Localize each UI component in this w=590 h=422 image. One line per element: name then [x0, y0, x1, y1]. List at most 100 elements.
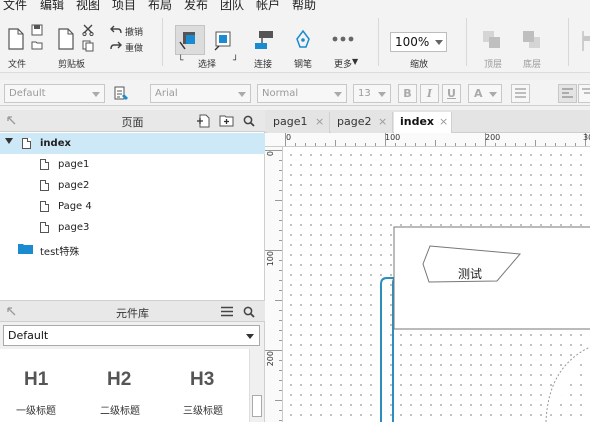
- connect-icon[interactable]: [253, 29, 275, 51]
- folder-icon: [18, 244, 33, 254]
- pages-tree: index page1 page2 Page 4 page3 test特殊: [0, 132, 265, 300]
- pen-icon[interactable]: [294, 30, 312, 50]
- italic-button[interactable]: I: [420, 84, 439, 103]
- redo-icon[interactable]: [110, 41, 122, 51]
- library-scrollbar[interactable]: [249, 349, 264, 422]
- undo-icon[interactable]: [110, 25, 122, 35]
- canvas-shapes: [380, 226, 590, 422]
- more-button[interactable]: 更多: [334, 57, 352, 70]
- tree-item-label: index: [40, 138, 71, 149]
- widget-h3-preview[interactable]: H3: [190, 369, 214, 391]
- list-icon: [515, 88, 526, 98]
- shape-text: 测试: [458, 267, 483, 281]
- paste-icon[interactable]: [58, 28, 74, 50]
- redo-button[interactable]: 重做: [125, 41, 143, 54]
- font-family-select[interactable]: Arial: [150, 84, 251, 103]
- close-icon[interactable]: ×: [315, 115, 324, 128]
- widget-h3-label: 三级标题: [183, 406, 223, 417]
- bottom-layer-label: 底层: [523, 60, 542, 70]
- tab-page2[interactable]: page2 ×: [331, 112, 393, 133]
- library-select-value: Default: [8, 329, 49, 342]
- search-icon[interactable]: [243, 306, 255, 318]
- page-icon: [40, 201, 49, 212]
- bold-button[interactable]: B: [398, 84, 417, 103]
- style-select-value: Default: [9, 88, 46, 99]
- close-icon[interactable]: ×: [378, 115, 387, 128]
- page-icon: [40, 222, 49, 233]
- zoom-select[interactable]: 100%: [390, 32, 447, 52]
- select-contain-icon[interactable]: [212, 30, 234, 52]
- send-to-back-icon[interactable]: [522, 30, 542, 50]
- menu-edit[interactable]: 编辑: [40, 0, 64, 12]
- align-icon[interactable]: [579, 30, 590, 52]
- widget-h1-label: 一级标题: [16, 406, 56, 417]
- tab-label: page2: [337, 115, 372, 128]
- copy-icon[interactable]: [82, 40, 94, 52]
- search-icon[interactable]: [243, 115, 255, 127]
- pages-panel-header: 页面: [0, 110, 265, 132]
- tab-index[interactable]: index ×: [394, 112, 452, 133]
- toolbar-separator: [466, 18, 467, 66]
- align-left-button[interactable]: [558, 84, 577, 103]
- open-folder-icon[interactable]: [31, 40, 43, 50]
- chevron-down-icon: [378, 92, 386, 97]
- new-file-icon[interactable]: [8, 28, 24, 50]
- widget-library: H1 一级标题 H2 二级标题 H3 三级标题: [0, 349, 265, 422]
- select-mode-button[interactable]: [175, 25, 205, 55]
- tree-item-page1[interactable]: page1: [0, 154, 265, 175]
- menu-file[interactable]: 文件: [3, 0, 27, 12]
- design-canvas[interactable]: 测试: [283, 147, 590, 422]
- add-folder-icon[interactable]: [219, 114, 234, 127]
- tab-label: index: [400, 115, 435, 128]
- menu-bar: 文件 编辑 视图 项目 布局 发布 团队 帐户 帮助: [0, 0, 590, 12]
- menu-team[interactable]: 团队: [220, 0, 244, 12]
- widget-h2-preview[interactable]: H2: [107, 369, 131, 391]
- format-painter-icon[interactable]: [113, 86, 129, 102]
- save-icon[interactable]: [31, 24, 43, 36]
- menu-icon[interactable]: [221, 306, 233, 317]
- format-toolbar: Default Arial Normal 13 B I U A: [0, 80, 590, 106]
- ruler-label-200: 200: [485, 133, 501, 142]
- font-color-button[interactable]: A: [468, 84, 502, 103]
- chevron-down-icon: [334, 92, 342, 97]
- select-intersect-icon: [179, 32, 195, 50]
- bullet-list-button[interactable]: [511, 84, 530, 103]
- scrollbar-thumb[interactable]: [252, 395, 262, 417]
- tab-page1[interactable]: page1 ×: [267, 112, 330, 133]
- style-select[interactable]: Default: [4, 84, 105, 103]
- font-weight-select[interactable]: Normal: [257, 84, 347, 103]
- library-select[interactable]: Default: [3, 325, 260, 346]
- undo-button[interactable]: 撤销: [125, 25, 143, 38]
- font-size-select[interactable]: 13: [353, 84, 391, 103]
- page-icon: [40, 159, 49, 170]
- menu-publish[interactable]: 发布: [184, 0, 208, 12]
- menu-view[interactable]: 视图: [76, 0, 100, 12]
- widget-h1-preview[interactable]: H1: [24, 369, 48, 391]
- font-weight-value: Normal: [262, 88, 299, 99]
- menu-account[interactable]: 帐户: [256, 0, 280, 12]
- more-dropdown-icon[interactable]: ▼: [352, 57, 358, 66]
- chevron-down-icon: [92, 92, 100, 97]
- select-bracket-right: ┘: [233, 56, 239, 66]
- tree-item-page3[interactable]: page3: [0, 217, 265, 238]
- cut-icon[interactable]: [82, 24, 94, 36]
- add-page-icon[interactable]: [197, 114, 210, 128]
- chevron-down-icon: [489, 92, 497, 97]
- menu-help[interactable]: 帮助: [292, 0, 316, 12]
- library-panel-header: 元件库: [0, 300, 265, 322]
- chevron-down-icon: [435, 40, 443, 45]
- tree-item-page2[interactable]: page2: [0, 175, 265, 196]
- align-center-button[interactable]: [578, 84, 590, 103]
- menu-project[interactable]: 项目: [112, 0, 136, 12]
- menu-layout[interactable]: 布局: [148, 0, 172, 12]
- close-icon[interactable]: ×: [439, 115, 448, 128]
- circle-shape-partial[interactable]: [545, 346, 590, 422]
- expand-arrow-icon[interactable]: [5, 138, 13, 144]
- align-center-icon: [582, 88, 590, 94]
- more-dots-icon[interactable]: [332, 36, 354, 42]
- tree-item-folder[interactable]: test特殊: [0, 238, 265, 259]
- bring-to-front-icon[interactable]: [482, 30, 502, 50]
- tree-item-page4[interactable]: Page 4: [0, 196, 265, 217]
- tree-item-index[interactable]: index: [0, 133, 265, 154]
- underline-button[interactable]: U: [442, 84, 461, 103]
